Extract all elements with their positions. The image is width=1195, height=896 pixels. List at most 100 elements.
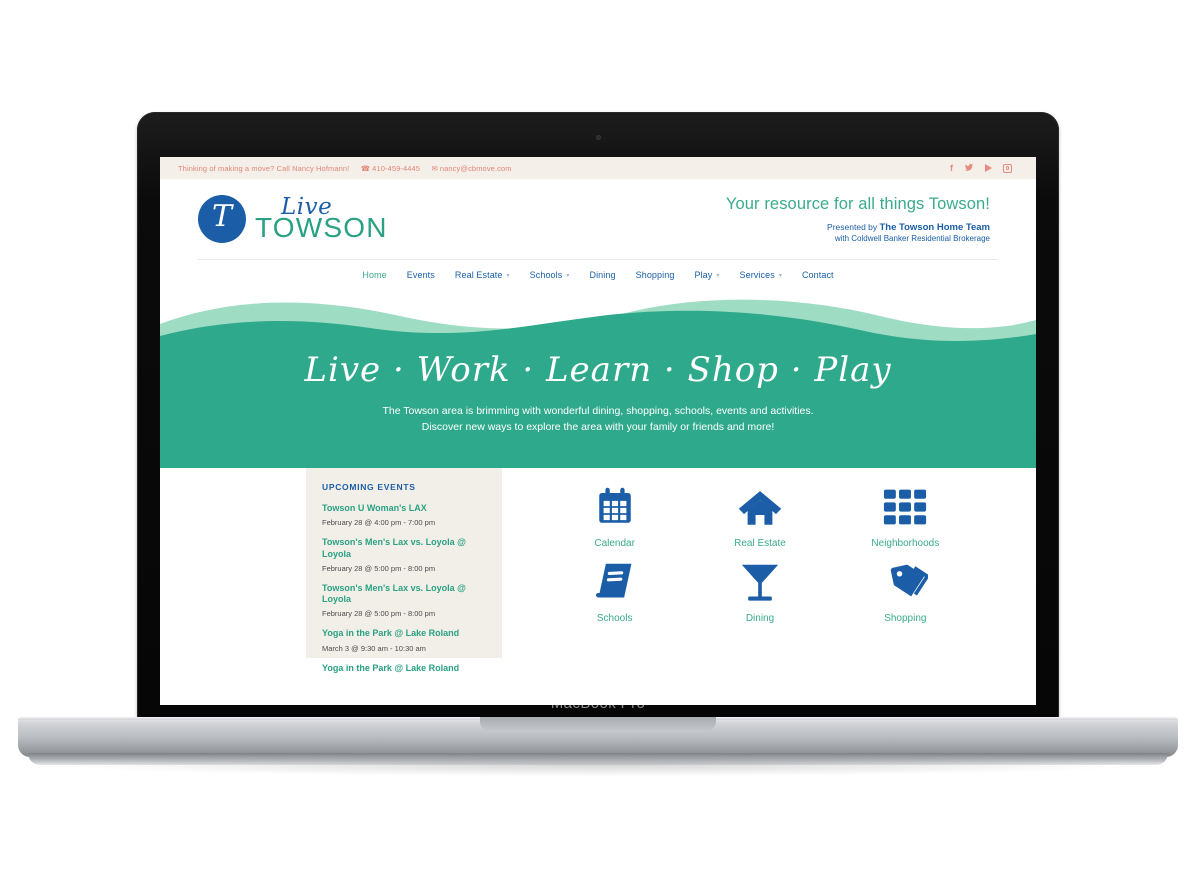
event-title[interactable]: Towson's Men's Lax vs. Loyola @ Loyola <box>322 583 486 606</box>
nav-item-events[interactable]: Events <box>407 270 435 280</box>
utility-bar-contact: Thinking of making a move? Call Nancy Ho… <box>178 164 512 173</box>
hero-subtitle: The Towson area is brimming with wonderf… <box>160 404 1036 436</box>
laptop-screen: Thinking of making a move? Call Nancy Ho… <box>160 157 1036 705</box>
event-date: March 3 @ 9:30 am - 10:30 am <box>322 643 426 653</box>
nav-item-services[interactable]: Services ▾ <box>740 270 782 280</box>
hero-banner: Live · Work · Learn · Shop · Play The To… <box>160 290 1036 468</box>
logo-mark-letter: T <box>211 199 232 234</box>
quick-link-real-estate[interactable]: Real Estate <box>687 478 832 549</box>
event-title[interactable]: Yoga in the Park @ Lake Roland <box>322 628 486 639</box>
quick-link-label: Shopping <box>884 613 927 624</box>
event-title[interactable]: Yoga in the Park @ Lake Roland <box>322 663 486 674</box>
logo-word-towson: TOWSON <box>255 212 388 243</box>
nav-item-label: Dining <box>589 270 616 280</box>
quick-link-shopping[interactable]: Shopping <box>833 553 978 624</box>
main-content: UPCOMING EVENTS Towson U Woman's LAX Febr… <box>160 468 1036 673</box>
quick-link-neighborhoods[interactable]: Neighborhoods <box>833 478 978 549</box>
tagline-headline: Your resource for all things Towson! <box>725 195 990 213</box>
event-list-item[interactable]: Towson U Woman's LAX February 28 @ 4:00 p… <box>322 503 486 527</box>
quick-link-label: Real Estate <box>734 538 786 549</box>
nav-item-label: Events <box>406 270 435 280</box>
quick-link-schools[interactable]: Schools <box>542 553 687 624</box>
tagline-brokerage: with Coldwell Banker Residential Brokera… <box>834 234 990 243</box>
tagline-presented-by: Presented by The Towson Home Team <box>726 222 990 233</box>
chevron-down-icon: ▾ <box>778 272 782 279</box>
upcoming-events-heading: UPCOMING EVENTS <box>322 482 416 492</box>
primary-nav: Home Events Real Estate ▾ Schools ▾ Dining Shop… <box>198 260 998 290</box>
youtube-icon[interactable] <box>985 164 992 172</box>
chevron-down-icon: ▾ <box>506 272 510 279</box>
facebook-icon[interactable]: f <box>950 163 953 173</box>
nav-item-shopping[interactable]: Shopping <box>636 270 675 280</box>
laptop-base <box>18 717 1178 765</box>
nav-item-contact[interactable]: Contact <box>802 270 834 280</box>
quick-links-grid: Calendar Real Estate Neighborhoods Schools D… <box>502 468 1036 658</box>
laptop-lid: MacBook Pro Thinking of making a move? C… <box>137 112 1059 720</box>
hero-subtitle-line2: Discover new ways to explore the area wi… <box>421 421 775 434</box>
utility-message: Thinking of making a move? Call Nancy Ho… <box>178 163 350 173</box>
price-tags-icon <box>833 553 978 611</box>
nav-item-play[interactable]: Play ▾ <box>694 270 719 280</box>
book-icon <box>542 553 687 611</box>
quick-link-calendar[interactable]: Calendar <box>542 478 687 549</box>
nav-item-label: Schools <box>529 270 563 280</box>
event-list-item[interactable]: Towson's Men's Lax vs. Loyola @ Loyola Fe… <box>322 537 486 573</box>
presented-prefix: Presented by <box>827 222 880 232</box>
site-header: T Live TOWSON Your resource for all thin… <box>160 179 1036 259</box>
nav-item-dining[interactable]: Dining <box>589 270 615 280</box>
calendar-icon <box>542 478 687 536</box>
event-title[interactable]: Towson U Woman's LAX <box>322 503 486 514</box>
nav-item-label: Contact <box>801 270 834 280</box>
event-date: February 28 @ 5:00 pm - 8:00 pm <box>322 609 436 619</box>
quick-link-dining[interactable]: Dining <box>687 553 832 624</box>
grid-icon <box>833 478 978 536</box>
screenshot-stage: MacBook Pro Thinking of making a move? C… <box>0 0 1195 896</box>
phone-icon: ☎ <box>360 163 371 173</box>
logo-mark-icon: T <box>198 195 246 243</box>
primary-nav-wrapper: Home Events Real Estate ▾ Schools ▾ Dining Shop… <box>198 259 998 290</box>
event-list-item[interactable]: Towson's Men's Lax vs. Loyola @ Loyola Fe… <box>322 583 486 619</box>
nav-item-label: Play <box>694 270 713 280</box>
event-date: February 28 @ 4:00 pm - 7:00 pm <box>322 518 436 528</box>
webcam-icon <box>595 135 601 140</box>
laptop-base-notch <box>480 717 716 732</box>
wave-decoration-icon <box>160 290 1036 356</box>
nav-item-label: Services <box>739 270 775 280</box>
martini-glass-icon <box>687 553 832 611</box>
social-links: f <box>950 163 1018 174</box>
laptop-shadow <box>60 754 1135 776</box>
website-viewport: Thinking of making a move? Call Nancy Ho… <box>160 157 1036 705</box>
nav-item-real-estate[interactable]: Real Estate ▾ <box>455 270 510 280</box>
chevron-down-icon: ▾ <box>716 272 720 279</box>
upcoming-events-list: Towson U Woman's LAX February 28 @ 4:00 p… <box>322 503 486 674</box>
site-logo[interactable]: T Live TOWSON <box>198 195 388 243</box>
hero-content: Live · Work · Learn · Shop · Play The To… <box>160 350 1036 436</box>
quick-link-label: Calendar <box>594 538 635 549</box>
instagram-icon[interactable] <box>1003 163 1012 173</box>
event-title[interactable]: Towson's Men's Lax vs. Loyola @ Loyola <box>322 537 486 560</box>
event-list-item[interactable]: Yoga in the Park @ Lake Roland March 3 @ … <box>322 628 486 652</box>
quick-link-label: Schools <box>596 613 633 624</box>
nav-item-schools[interactable]: Schools ▾ <box>530 270 570 280</box>
presented-team-name: The Towson Home Team <box>879 222 991 233</box>
nav-item-label: Home <box>362 270 387 280</box>
header-tagline: Your resource for all things Towson! Pre… <box>726 195 998 243</box>
utility-bar: Thinking of making a move? Call Nancy Ho… <box>160 157 1036 179</box>
utility-phone[interactable]: 410-459-4445 <box>372 164 420 173</box>
upcoming-events-panel: UPCOMING EVENTS Towson U Woman's LAX Febr… <box>306 468 502 673</box>
utility-email[interactable]: nancy@cbmove.com <box>440 164 512 173</box>
logo-wordmark: Live TOWSON <box>255 196 388 242</box>
quick-link-label: Neighborhoods <box>871 538 940 549</box>
hero-subtitle-line1: The Towson area is brimming with wonderf… <box>382 405 814 418</box>
nav-item-label: Shopping <box>635 270 675 280</box>
envelope-icon: ✉ <box>431 163 438 173</box>
nav-item-home[interactable]: Home <box>362 270 386 280</box>
hero-title: Live · Work · Learn · Shop · Play <box>304 350 892 390</box>
event-list-item[interactable]: Yoga in the Park @ Lake Roland <box>322 663 486 674</box>
twitter-icon[interactable] <box>964 163 974 174</box>
event-date: February 28 @ 5:00 pm - 8:00 pm <box>322 563 436 573</box>
house-icon <box>687 478 832 536</box>
chevron-down-icon: ▾ <box>566 272 570 279</box>
nav-item-label: Real Estate <box>454 270 503 280</box>
quick-link-label: Dining <box>745 613 775 624</box>
